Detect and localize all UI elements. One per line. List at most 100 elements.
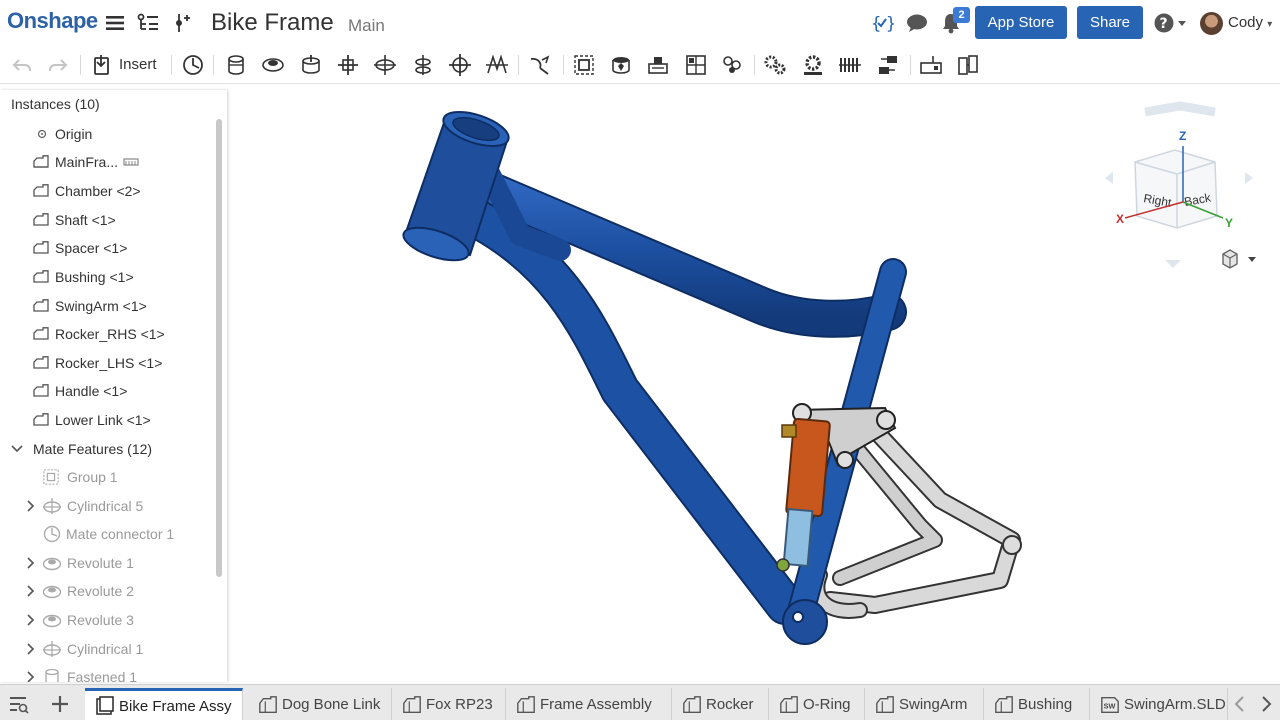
- instance-lower-link[interactable]: Lower Link <1>: [0, 408, 212, 432]
- chevron-right-icon[interactable]: [25, 669, 37, 682]
- add-tab-icon[interactable]: [49, 693, 71, 715]
- release-check-icon[interactable]: {}: [869, 10, 895, 36]
- mate-features-label: Mate Features (12): [33, 441, 153, 457]
- tab-swingarm-sld[interactable]: SW SwingArm.SLD: [1090, 688, 1228, 720]
- revolute-mate-icon[interactable]: [260, 52, 286, 78]
- mate-feature-label: Revolute 2: [67, 583, 134, 599]
- instance-spacer[interactable]: Spacer <1>: [0, 236, 212, 260]
- part-icon: [33, 355, 49, 371]
- graphics-area[interactable]: Right Back Z X Y: [227, 84, 1280, 684]
- instance-swingarm[interactable]: SwingArm <1>: [0, 294, 212, 318]
- group-icon[interactable]: [571, 52, 597, 78]
- mate-features-header[interactable]: Mate Features (12): [0, 437, 212, 461]
- redo-icon[interactable]: [45, 52, 71, 78]
- chevron-right-icon[interactable]: [25, 612, 37, 628]
- caret-down-icon: ▾: [1267, 19, 1273, 30]
- main-frame[interactable]: [450, 164, 907, 629]
- tab-list-icon[interactable]: [8, 693, 30, 715]
- replicate-icon[interactable]: [608, 52, 634, 78]
- version-graph-icon[interactable]: [168, 10, 194, 36]
- mate-feature-cylindrical-5[interactable]: Cylindrical 5: [0, 494, 212, 518]
- chevron-right-icon[interactable]: [25, 555, 37, 571]
- ball-mate-icon[interactable]: [447, 52, 473, 78]
- undo-icon[interactable]: [9, 52, 35, 78]
- axis-y-label: Y: [1225, 216, 1233, 230]
- assembly-toolbar: Insert: [0, 46, 1280, 84]
- mate-feature-label: Fastened 1: [67, 669, 138, 682]
- revolute-icon: [42, 555, 62, 571]
- scroll-tabs-right-icon[interactable]: [1256, 693, 1276, 715]
- chevron-down-icon[interactable]: [11, 441, 23, 457]
- planar-mate-icon[interactable]: [335, 52, 361, 78]
- tab-dog-bone-link[interactable]: Dog Bone Link: [250, 688, 392, 720]
- rack-pinion-icon[interactable]: [800, 52, 826, 78]
- user-menu[interactable]: Cody ▾: [1228, 14, 1272, 31]
- notifications-badge[interactable]: 2: [953, 7, 970, 23]
- mate-feature-revolute-1[interactable]: Revolute 1: [0, 551, 212, 575]
- explode-icon[interactable]: [683, 52, 709, 78]
- mate-feature-cylindrical-1[interactable]: Cylindrical 1: [0, 637, 212, 661]
- screw-relation-icon[interactable]: [837, 52, 863, 78]
- help-icon[interactable]: ?: [1152, 10, 1188, 36]
- branch-name[interactable]: Main: [348, 16, 385, 36]
- cylindrical-mate-icon[interactable]: [372, 52, 398, 78]
- pin-slot-mate-icon[interactable]: [410, 52, 436, 78]
- tab-label: Bushing: [1018, 696, 1073, 713]
- panel-scrollbar[interactable]: [216, 119, 222, 577]
- instance-chamber[interactable]: Chamber <2>: [0, 179, 212, 203]
- insert-icon[interactable]: [89, 52, 115, 78]
- comments-icon[interactable]: [904, 10, 930, 36]
- menu-icon[interactable]: [102, 10, 128, 36]
- instance-handle[interactable]: Handle <1>: [0, 379, 212, 403]
- mate-feature-mate-connector-1[interactable]: Mate connector 1: [0, 522, 212, 546]
- tab-bike-frame-assy[interactable]: Bike Frame Assy: [85, 688, 243, 720]
- tangent-mate-icon[interactable]: [527, 52, 553, 78]
- gear-relation-icon[interactable]: [762, 52, 788, 78]
- tab-o-ring[interactable]: O-Ring: [769, 688, 865, 720]
- parallel-mate-icon[interactable]: [484, 52, 510, 78]
- document-title[interactable]: Bike Frame: [211, 9, 334, 37]
- bottom-bracket[interactable]: [782, 599, 828, 645]
- onshape-logo[interactable]: Onshape: [7, 8, 98, 34]
- avatar[interactable]: [1200, 12, 1223, 35]
- feature-list-icon[interactable]: [135, 10, 161, 36]
- part-icon: [33, 240, 49, 256]
- tab-fox-rp23[interactable]: Fox RP23: [392, 688, 506, 720]
- tab-rocker[interactable]: Rocker: [672, 688, 769, 720]
- toolbar-divider: [213, 55, 214, 75]
- instance-shaft[interactable]: Shaft <1>: [0, 208, 212, 232]
- instance-mainframe[interactable]: MainFra...: [0, 150, 212, 174]
- instance-rocker-rhs[interactable]: Rocker_RHS <1>: [0, 322, 212, 346]
- chevron-right-icon[interactable]: [25, 498, 37, 514]
- tab-bar: Bike Frame Assy Dog Bone Link Fox RP23 F…: [0, 684, 1280, 720]
- mate-feature-revolute-2[interactable]: Revolute 2: [0, 579, 212, 603]
- tab-swingarm[interactable]: SwingArm: [865, 688, 984, 720]
- part-icon: [33, 412, 49, 428]
- pattern-icon[interactable]: [645, 52, 671, 78]
- mate-feature-group-1[interactable]: Group 1: [0, 465, 212, 489]
- mate-connector-icon[interactable]: [180, 52, 206, 78]
- chevron-right-icon[interactable]: [25, 583, 37, 599]
- linear-pattern-icon[interactable]: [720, 52, 746, 78]
- toolbar-divider: [518, 55, 519, 75]
- app-store-button[interactable]: App Store: [975, 6, 1067, 39]
- linear-relation-icon[interactable]: [875, 52, 901, 78]
- instance-bushing[interactable]: Bushing <1>: [0, 265, 212, 289]
- chevron-right-icon[interactable]: [25, 641, 37, 657]
- insert-button[interactable]: Insert: [119, 56, 157, 73]
- tab-bushing[interactable]: Bushing: [984, 688, 1090, 720]
- part-studio-tab-icon: [875, 695, 895, 715]
- instance-origin[interactable]: Origin: [0, 122, 212, 146]
- part-icon: [33, 383, 49, 399]
- tab-frame-assembly[interactable]: Frame Assembly: [506, 688, 672, 720]
- mate-feature-revolute-3[interactable]: Revolute 3: [0, 608, 212, 632]
- view-options-icon[interactable]: [1220, 248, 1260, 270]
- slider-mate-icon[interactable]: [298, 52, 324, 78]
- mate-feature-fastened-1[interactable]: Fastened 1: [0, 665, 212, 682]
- section-view-icon[interactable]: [918, 52, 944, 78]
- scroll-tabs-left-icon[interactable]: [1230, 693, 1250, 715]
- instance-rocker-lhs[interactable]: Rocker_LHS <1>: [0, 351, 212, 375]
- fastened-mate-icon[interactable]: [223, 52, 249, 78]
- measure-icon[interactable]: [955, 52, 981, 78]
- share-button[interactable]: Share: [1077, 6, 1143, 39]
